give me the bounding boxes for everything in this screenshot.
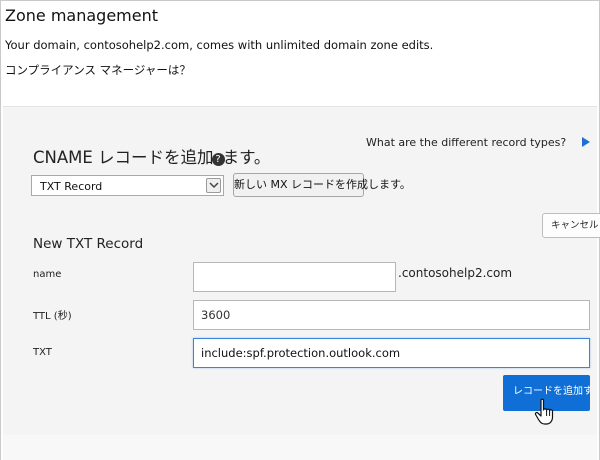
ttl-label: TTL (秒): [33, 311, 72, 322]
section-title: CNAME レコードを追加? ます。: [33, 144, 270, 168]
intro-text: Your domain, contosohelp2.com, comes wit…: [5, 38, 434, 52]
frame-border-left: [0, 0, 1, 460]
record-type-select[interactable]: TXT Record: [31, 175, 224, 196]
chevron-down-icon[interactable]: [206, 178, 221, 193]
domain-suffix: .contosohelp2.com: [398, 266, 513, 280]
record-type-select-value: TXT Record: [40, 180, 103, 193]
ttl-input[interactable]: 3600: [193, 300, 590, 330]
frame-border-top: [0, 0, 600, 1]
create-mx-record-button[interactable]: 新しい MX レコードを作成します。: [233, 173, 411, 197]
record-types-link[interactable]: What are the different record types?: [366, 136, 566, 149]
page-title: Zone management: [5, 6, 158, 25]
form-title: New TXT Record: [33, 236, 144, 252]
txt-label: TXT: [33, 347, 52, 358]
name-input[interactable]: [193, 262, 396, 292]
txt-value-input[interactable]: include:spf.protection.outlook.com: [193, 338, 590, 368]
triangle-right-icon[interactable]: [582, 137, 590, 147]
panel-footer: [3, 435, 597, 460]
compliance-manager-link[interactable]: コンプライアンス マネージャーは？: [5, 62, 191, 78]
name-label: name: [33, 269, 62, 280]
compliance-manager-link-text: コンプライアンス マネージャーは？: [5, 63, 191, 77]
cancel-button[interactable]: キャンセル: [542, 213, 600, 238]
section-title-text-end: ます。: [222, 148, 271, 167]
hand-pointer-icon: [534, 398, 554, 425]
section-title-text-start: CNAME レコードを追加: [33, 148, 214, 167]
